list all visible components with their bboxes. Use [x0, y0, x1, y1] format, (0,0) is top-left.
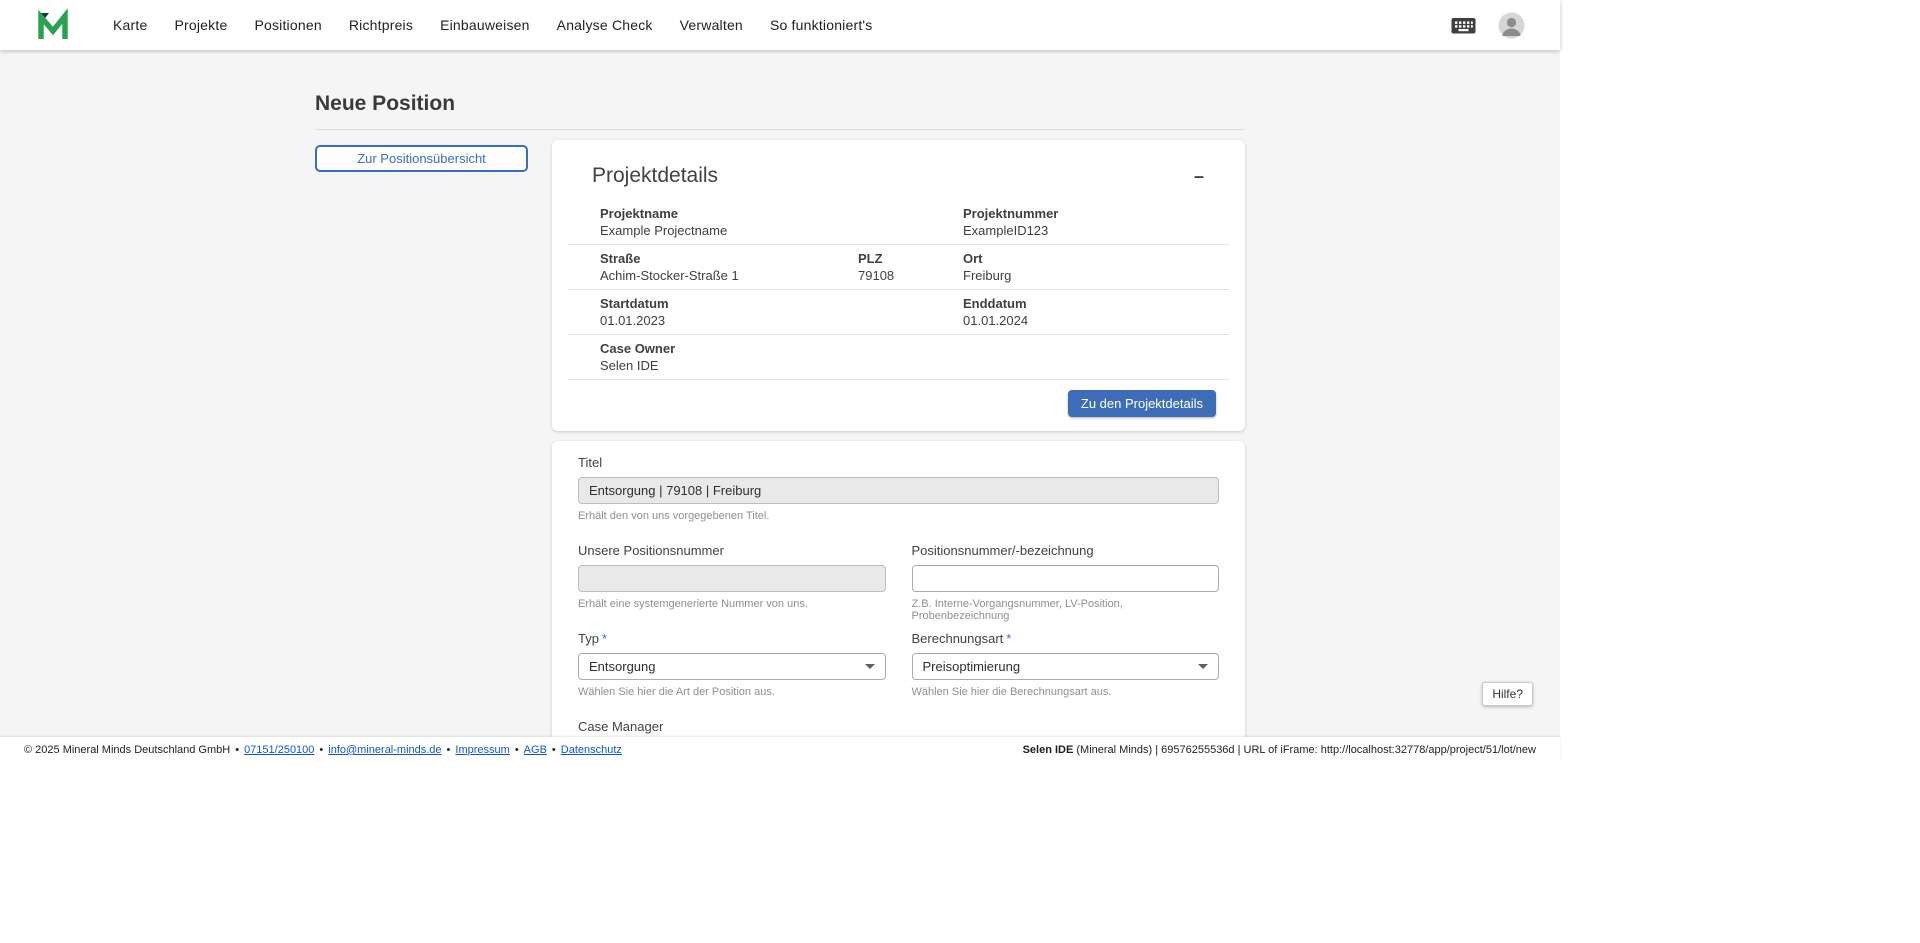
separator: • [515, 744, 519, 756]
field-strasse: Straße Achim-Stocker-Straße 1 [600, 251, 858, 283]
typ-select[interactable]: Entsorgung [578, 653, 886, 680]
table-row: Startdatum 01.01.2023 Enddatum 01.01.202… [568, 290, 1229, 335]
required-marker: * [602, 631, 607, 646]
field-startdatum: Startdatum 01.01.2023 [600, 296, 963, 328]
nav-item-positionen[interactable]: Positionen [254, 17, 321, 33]
field-ort: Ort Freiburg [963, 251, 1197, 283]
typ-helper: Wählen Sie hier die Art der Position aus… [578, 686, 886, 698]
separator: • [319, 744, 323, 756]
page-title: Neue Position [315, 92, 1245, 116]
type-row: Typ* Entsorgung Wählen Sie hier die Art … [578, 631, 1219, 719]
titel-group: Titel Erhält den von uns vorgegebenen Ti… [578, 455, 1219, 522]
case-manager-group: Case Manager [578, 719, 886, 737]
mineral-minds-logo[interactable] [36, 8, 70, 42]
unsere-positionsnummer-label: Unsere Positionsnummer [578, 543, 886, 558]
main-navigation: Karte Projekte Positionen Richtpreis Ein… [113, 17, 873, 33]
berechnungsart-helper: Wählen Sie hier die Berechnungsart aus. [912, 686, 1220, 698]
berechnungsart-select-value: Preisoptimierung [923, 659, 1021, 674]
berechnungsart-group: Berechnungsart* Preisoptimierung Wählen … [912, 631, 1220, 719]
footer-left: © 2025 Mineral Minds Deutschland GmbH • … [24, 744, 622, 756]
navbar-actions [1450, 12, 1525, 39]
positionsnummer-label: Positionsnummer/-bezeichnung [912, 543, 1220, 558]
separator: • [235, 744, 239, 756]
nav-item-karte[interactable]: Karte [113, 17, 147, 33]
project-details-card: Projektdetails – Projektname Example Pro… [552, 140, 1245, 431]
footer-session-info: Selen IDE (Mineral Minds) | 69576255536d… [1023, 744, 1536, 756]
separator: • [552, 744, 556, 756]
footer: © 2025 Mineral Minds Deutschland GmbH • … [0, 737, 1560, 763]
footer-link-agb[interactable]: AGB [524, 744, 547, 756]
field-projektnummer: Projektnummer ExampleID123 [963, 206, 1197, 238]
case-manager-row: Case Manager [578, 719, 1219, 737]
left-column: Zur Positionsübersicht [315, 140, 528, 172]
footer-link-phone[interactable]: 07151/250100 [244, 744, 314, 756]
titel-input [578, 477, 1219, 504]
session-user: Selen IDE [1023, 744, 1074, 756]
user-avatar[interactable] [1498, 12, 1525, 39]
nav-item-einbauweisen[interactable]: Einbauweisen [440, 17, 530, 33]
footer-link-impressum[interactable]: Impressum [455, 744, 509, 756]
right-column: Projektdetails – Projektname Example Pro… [552, 140, 1245, 737]
help-button[interactable]: Hilfe? [1482, 682, 1533, 706]
app-iframe: Karte Projekte Positionen Richtpreis Ein… [0, 0, 1560, 763]
main-content: Neue Position Zur Positionsübersicht Pro… [0, 50, 1560, 737]
footer-link-datenschutz[interactable]: Datenschutz [561, 744, 622, 756]
session-details: (Mineral Minds) | 69576255536d | URL of … [1073, 744, 1536, 756]
field-case-owner: Case Owner Selen IDE [600, 341, 963, 373]
positionsnummer-helper: Z.B. Interne-Vorgangsnummer, LV-Position… [912, 598, 1220, 622]
positionsnummer-group: Positionsnummer/-bezeichnung Z.B. Intern… [912, 543, 1220, 631]
project-card-title: Projektdetails [592, 164, 718, 188]
table-row: Projektname Example Projectname Projektn… [568, 200, 1229, 245]
position-number-row: Unsere Positionsnummer Erhält eine syste… [578, 543, 1219, 631]
logo-icon [36, 8, 70, 42]
title-divider [315, 129, 1245, 130]
table-row: Straße Achim-Stocker-Straße 1 PLZ 79108 … [568, 245, 1229, 290]
collapse-icon[interactable]: – [1190, 167, 1208, 185]
positionsnummer-input[interactable] [912, 565, 1220, 592]
nav-item-verwalten[interactable]: Verwalten [680, 17, 743, 33]
typ-group: Typ* Entsorgung Wählen Sie hier die Art … [578, 631, 886, 698]
field-plz: PLZ 79108 [858, 251, 963, 283]
project-card-header: Projektdetails – [592, 164, 1208, 188]
footer-link-email[interactable]: info@mineral-minds.de [328, 744, 441, 756]
project-detail-rows: Projektname Example Projectname Projektn… [568, 200, 1229, 380]
copyright-text: © 2025 Mineral Minds Deutschland GmbH [24, 744, 230, 756]
avatar-icon [1498, 12, 1525, 39]
position-form-card: Titel Erhält den von uns vorgegebenen Ti… [552, 441, 1245, 737]
case-manager-label: Case Manager [578, 719, 886, 734]
chevron-down-icon [1198, 664, 1208, 669]
field-projektname: Projektname Example Projectname [600, 206, 963, 238]
separator: • [447, 744, 451, 756]
titel-label: Titel [578, 455, 1219, 470]
berechnungsart-select[interactable]: Preisoptimierung [912, 653, 1220, 680]
typ-label: Typ* [578, 631, 886, 646]
nav-item-analyse-check[interactable]: Analyse Check [557, 17, 653, 33]
content-columns: Zur Positionsübersicht Projektdetails – [315, 140, 1245, 737]
nav-item-so-funktionierts[interactable]: So funktioniert's [770, 17, 873, 33]
nav-item-richtpreis[interactable]: Richtpreis [349, 17, 413, 33]
project-card-actions: Zu den Projektdetails [568, 390, 1229, 417]
browser-viewport: Karte Projekte Positionen Richtpreis Ein… [0, 0, 1920, 943]
unsere-positionsnummer-input [578, 565, 886, 592]
titel-helper: Erhält den von uns vorgegebenen Titel. [578, 510, 1219, 522]
keyboard-icon[interactable] [1450, 12, 1477, 39]
nav-item-projekte[interactable]: Projekte [174, 17, 227, 33]
navbar: Karte Projekte Positionen Richtpreis Ein… [0, 0, 1560, 50]
typ-select-value: Entsorgung [589, 659, 656, 674]
table-row: Case Owner Selen IDE [568, 335, 1229, 380]
berechnungsart-label: Berechnungsart* [912, 631, 1220, 646]
required-marker: * [1006, 631, 1011, 646]
unsere-positionsnummer-helper: Erhält eine systemgenerierte Nummer von … [578, 598, 886, 610]
chevron-down-icon [865, 664, 875, 669]
project-details-button[interactable]: Zu den Projektdetails [1068, 390, 1216, 417]
content-container: Neue Position Zur Positionsübersicht Pro… [315, 50, 1245, 737]
field-enddatum: Enddatum 01.01.2024 [963, 296, 1197, 328]
unsere-positionsnummer-group: Unsere Positionsnummer Erhält eine syste… [578, 543, 886, 610]
back-to-positions-button[interactable]: Zur Positionsübersicht [315, 145, 528, 172]
